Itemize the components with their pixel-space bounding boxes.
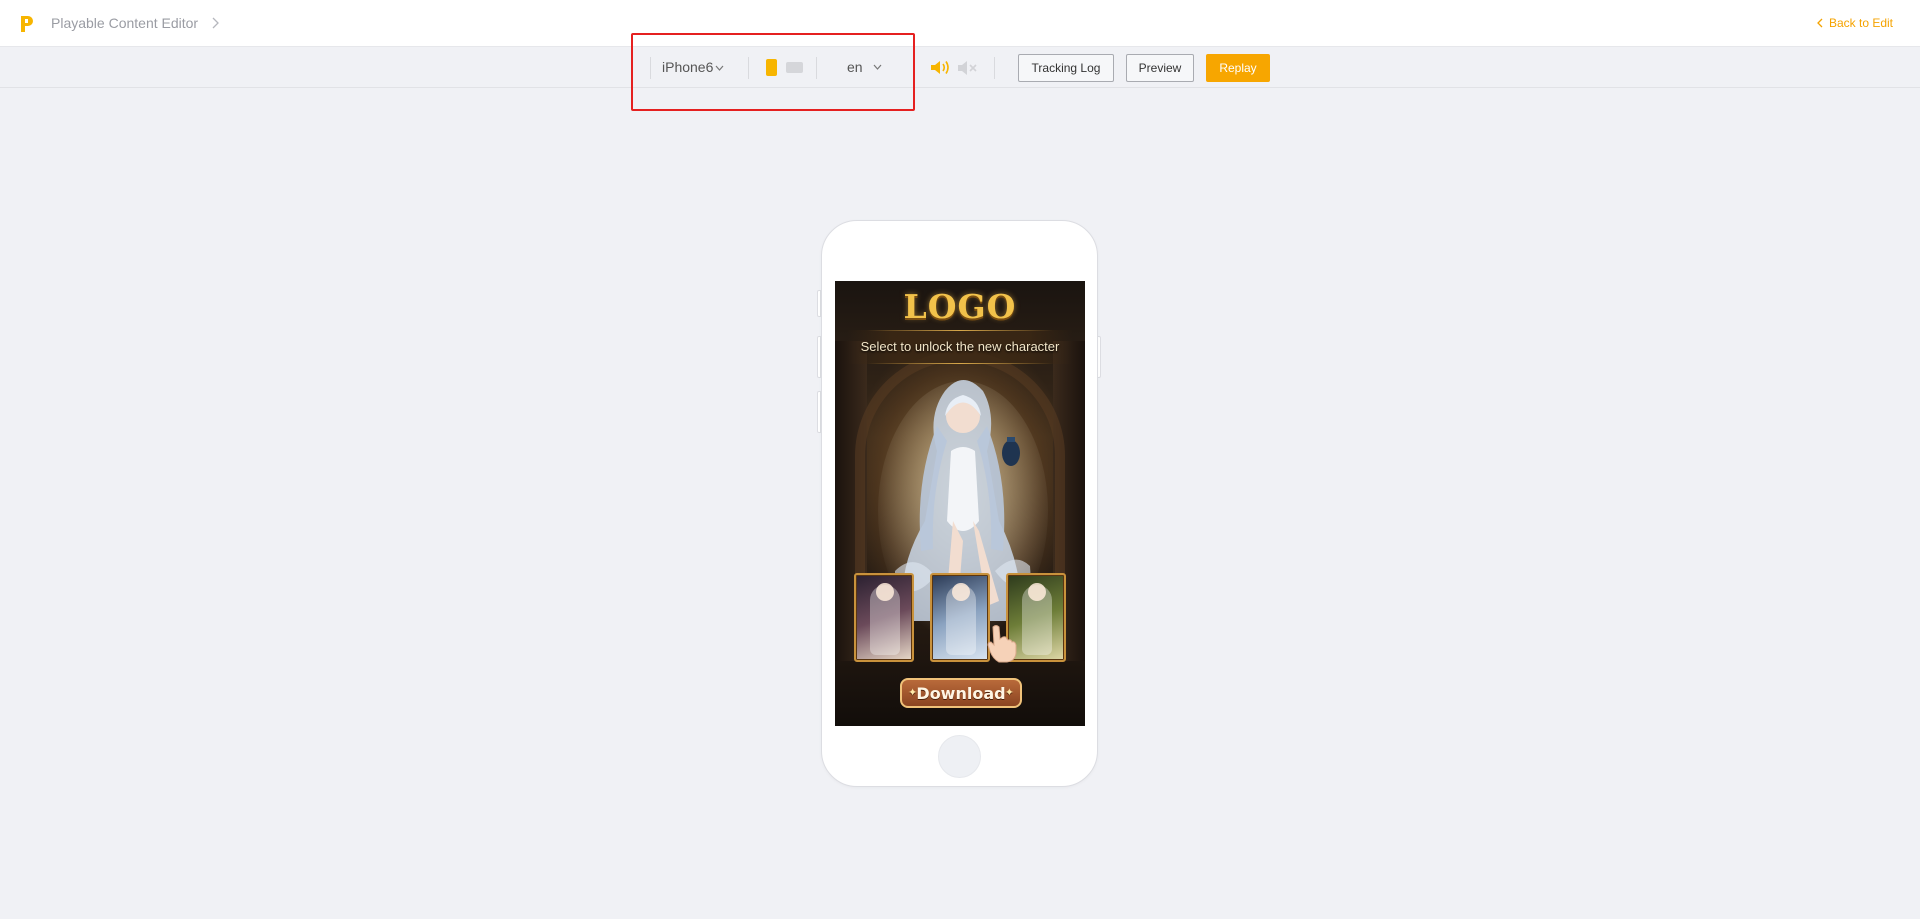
sound-off-icon[interactable] [957,60,978,76]
character-head [1028,583,1046,601]
character-card-selected[interactable] [930,573,990,662]
toolbar-divider [748,57,749,79]
device-select[interactable]: iPhone6 [662,59,724,75]
replay-button[interactable]: Replay [1206,54,1270,82]
tracking-log-button[interactable]: Tracking Log [1018,54,1114,82]
phone-home-button[interactable] [938,735,981,778]
game-logo: LOGO [903,287,1017,326]
chevron-left-icon [1817,18,1823,28]
tap-hand-icon [987,625,1017,663]
chevron-down-icon [715,65,724,71]
language-select[interactable]: en [847,59,882,75]
download-button[interactable]: ✦ Download ✦ [900,678,1022,708]
top-header: Playable Content Editor Back to Edit [0,0,1920,47]
sound-on-icon[interactable] [930,59,951,76]
app-title: Playable Content Editor [51,15,199,31]
language-select-value: en [847,59,863,75]
chevron-down-icon [873,64,882,70]
playable-preview-screen[interactable]: LOGO Select to unlock the new character [835,281,1085,726]
portrait-orientation-toggle[interactable] [766,59,777,76]
landscape-orientation-toggle[interactable] [786,62,803,73]
character-card[interactable] [854,573,914,662]
preview-button[interactable]: Preview [1126,54,1194,82]
app-logo-icon [21,16,33,32]
game-subtitle: Select to unlock the new character [860,339,1060,354]
sparkle-icon: ✦ [908,686,918,699]
back-to-edit-label: Back to Edit [1828,16,1893,30]
sparkle-icon: ✦ [1004,686,1014,699]
device-select-value: iPhone6 [662,59,714,75]
toolbar-divider [994,57,995,79]
download-label: Download [916,683,1006,703]
back-to-edit-link[interactable]: Back to Edit [1816,16,1893,30]
chevron-right-icon[interactable] [210,16,220,30]
toolbar-divider [816,57,817,79]
character-head [952,583,970,601]
toolbar-divider [650,57,651,79]
character-head [876,583,894,601]
